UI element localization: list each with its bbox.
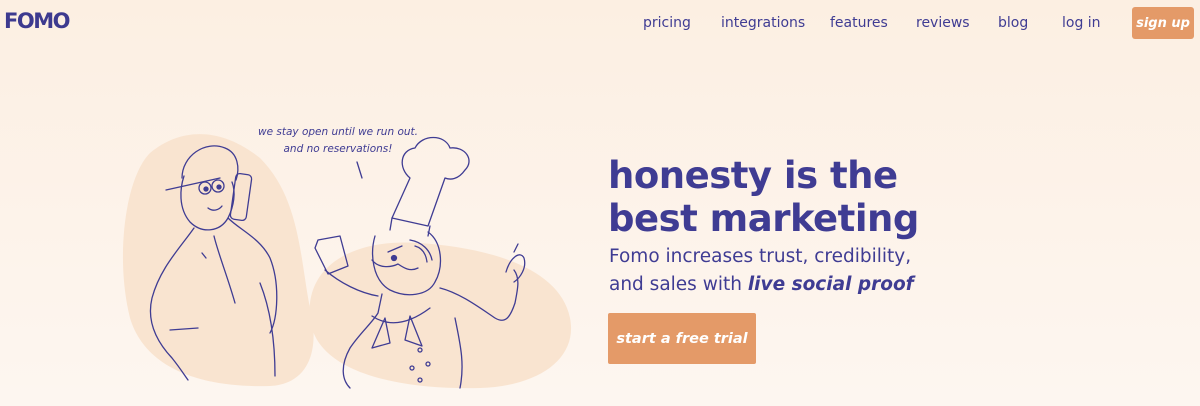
subheadline-line-2: and sales with live social proof — [609, 271, 1029, 299]
headline-line-2: best marketing — [608, 197, 919, 240]
subheadline-emphasis: live social proof — [747, 274, 914, 295]
sign-up-button[interactable]: sign up — [1132, 7, 1194, 39]
subheadline-prefix: and sales with — [609, 274, 748, 295]
hero-headline: honesty is the best marketing — [608, 154, 1028, 240]
speech-line-1: we stay open until we run out. — [258, 126, 418, 138]
background-blob-left — [122, 134, 314, 387]
nav-blog-link[interactable]: blog — [998, 15, 1028, 31]
top-navigation: FOMO pricing integrations features revie… — [0, 0, 1200, 48]
start-free-trial-button[interactable]: start a free trial — [608, 313, 756, 364]
speech-bubble-text: we stay open until we run out. and no re… — [248, 124, 428, 158]
nav-integrations-link[interactable]: integrations — [721, 15, 805, 31]
hero-illustration — [122, 134, 572, 389]
subheadline-line-1: Fomo increases trust, credibility, — [609, 246, 912, 267]
nav-menu: pricing integrations features reviews bl… — [0, 15, 1200, 35]
speech-line-2: and no reservations! — [283, 143, 393, 155]
nav-reviews-link[interactable]: reviews — [916, 15, 970, 31]
nav-features-link[interactable]: features — [830, 15, 888, 31]
hero-subheadline: Fomo increases trust, credibility, and s… — [609, 243, 1029, 299]
headline-line-1: honesty is the — [608, 154, 898, 197]
nav-pricing-link[interactable]: pricing — [643, 15, 691, 31]
nav-login-link[interactable]: log in — [1062, 15, 1101, 31]
